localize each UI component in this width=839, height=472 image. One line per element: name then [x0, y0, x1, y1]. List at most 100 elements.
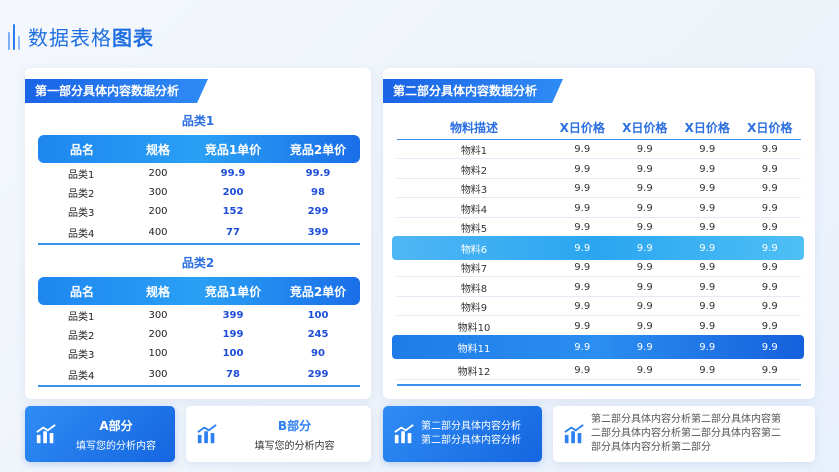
table-cell: 200	[148, 206, 168, 217]
table-divider	[38, 385, 360, 387]
column-header: 竞品1单价	[204, 142, 262, 157]
summary-card-c: 第二部分具体内容分析第二部分具体内容分析	[383, 406, 542, 462]
left-panel-tag: 第一部分具体内容数据分析	[25, 79, 208, 103]
column-header: 竞品2单价	[289, 142, 347, 157]
table-cell: 9.9	[636, 163, 653, 175]
table-cell: 物料4	[460, 204, 488, 216]
left-panel: 第一部分具体内容数据分析 品类1 品名 规格 竞品1单价 竞品2单价 品类1 20…	[25, 68, 371, 399]
table-cell: 9.9	[574, 300, 591, 312]
table-cell: 9.9	[574, 320, 591, 332]
table-cell: 品类2	[68, 331, 95, 342]
table-cell: 100	[222, 348, 244, 359]
table-cell: 物料5	[460, 223, 488, 235]
table-row: 物料5 9.9 9.9 9.9 9.9	[397, 218, 801, 237]
table-cell: 9.9	[574, 221, 591, 233]
column-header: X日价格	[684, 120, 730, 135]
table-header: 品名 规格 竞品1单价 竞品2单价	[38, 135, 360, 163]
table-cell: 9.9	[636, 202, 653, 214]
table-cell: 9.9	[574, 364, 591, 376]
table-cell: 9.9	[574, 281, 591, 293]
table-row: 物料4 9.9 9.9 9.9 9.9	[397, 199, 801, 218]
table-cell: 9.9	[636, 221, 653, 233]
title-bars-icon	[8, 22, 20, 50]
table-row: 物料11 9.9 9.9 9.9 9.9	[392, 335, 804, 359]
table-divider	[397, 384, 801, 386]
table-cell: 品类3	[68, 208, 95, 219]
table-cell: 9.9	[761, 281, 778, 293]
table-cell: 98	[311, 187, 325, 198]
table-row: 物料1 9.9 9.9 9.9 9.9	[397, 140, 801, 159]
table-cell: 77	[226, 227, 240, 238]
table-cell: 400	[148, 227, 168, 238]
column-header: 品名	[69, 142, 94, 157]
table-row: 品类3 100 100 90	[38, 344, 360, 363]
table-cell: 9.9	[699, 281, 716, 293]
table-cell: 399	[307, 227, 329, 238]
bar-chart-icon	[564, 424, 584, 444]
table-row: 品类2 200 199 245	[38, 325, 360, 344]
table-cell: 9.9	[761, 163, 778, 175]
table-cell: 200	[148, 168, 168, 179]
table-cell: 9.9	[636, 182, 653, 194]
table-cell: 物料8	[460, 283, 488, 295]
table-row: 品类1 300 399 100	[38, 306, 360, 325]
table-row: 品类2 300 200 98	[38, 183, 360, 202]
table-cell: 9.9	[636, 341, 653, 353]
table-cell: 90	[311, 348, 325, 359]
table-cell: 物料7	[460, 263, 488, 275]
table-cell: 物料12	[457, 366, 491, 378]
table-row: 物料3 9.9 9.9 9.9 9.9	[397, 179, 801, 198]
table-cell: 9.9	[761, 261, 778, 273]
card-body: 第二部分具体内容分析第二部分具体内容分析	[421, 421, 521, 446]
table-cell: 9.9	[761, 182, 778, 194]
table-cell: 300	[148, 310, 168, 321]
card-title: B部分	[277, 418, 312, 433]
column-header: 竞品1单价	[204, 284, 262, 299]
table-row: 物料8 9.9 9.9 9.9 9.9	[397, 278, 801, 297]
card-title: A部分	[99, 418, 133, 433]
table-cell: 399	[222, 310, 244, 321]
table-cell: 9.9	[699, 341, 716, 353]
table-cell: 9.9	[574, 261, 591, 273]
table-row: 品类4 400 77 399	[38, 223, 360, 242]
summary-card-a: A部分 填写您的分析内容	[25, 406, 175, 462]
table-cell: 9.9	[699, 221, 716, 233]
bar-chart-icon	[197, 424, 217, 444]
summary-card-b: B部分 填写您的分析内容	[186, 406, 371, 462]
table-cell: 9.9	[636, 364, 653, 376]
table-divider	[38, 243, 360, 245]
table-cell: 物料9	[460, 302, 488, 314]
table-cell: 100	[148, 348, 168, 359]
table-cell: 9.9	[761, 242, 778, 254]
table-cell: 9.9	[699, 242, 716, 254]
column-header: 规格	[145, 142, 170, 157]
table-row: 物料7 9.9 9.9 9.9 9.9	[397, 258, 801, 277]
table-row: 品类4 300 78 299	[38, 365, 360, 384]
column-header: X日价格	[622, 120, 668, 135]
column-header: X日价格	[559, 120, 605, 135]
table-cell: 9.9	[574, 341, 591, 353]
table-cell: 物料11	[457, 343, 491, 355]
table-row: 品类1 200 99.9 99.9	[38, 164, 360, 183]
table-row: 物料2 9.9 9.9 9.9 9.9	[397, 160, 801, 179]
table-cell: 品类1	[68, 312, 95, 323]
table-cell: 200	[148, 329, 168, 340]
page-title: 数据表格图表	[28, 25, 154, 50]
table-cell: 9.9	[699, 300, 716, 312]
materials-table-header: 物料描述 X日价格 X日价格 X日价格 X日价格	[397, 116, 801, 138]
table-cell: 品类1	[68, 170, 95, 181]
column-header: 竞品2单价	[289, 284, 347, 299]
table-cell: 9.9	[761, 143, 778, 155]
table-cell: 9.9	[636, 300, 653, 312]
table-cell: 299	[307, 369, 329, 380]
table-cell: 300	[148, 187, 168, 198]
column-header: X日价格	[747, 120, 793, 135]
table-cell: 品类4	[68, 371, 95, 382]
table-cell: 78	[226, 369, 240, 380]
table-cell: 9.9	[699, 320, 716, 332]
table-cell: 99.9	[220, 168, 246, 179]
table-row: 物料10 9.9 9.9 9.9 9.9	[397, 317, 801, 336]
table-cell: 物料10	[457, 322, 491, 334]
table-cell: 9.9	[574, 202, 591, 214]
table-cell: 9.9	[636, 143, 653, 155]
